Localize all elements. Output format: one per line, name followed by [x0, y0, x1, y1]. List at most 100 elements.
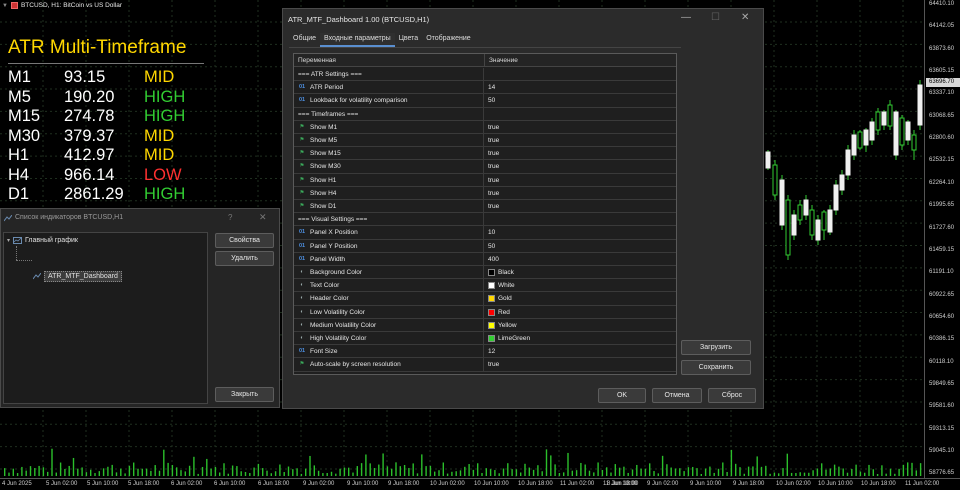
properties-button[interactable]: Свойства — [215, 233, 274, 248]
parameter-value-cell[interactable]: 12 — [485, 345, 495, 358]
tab-3[interactable]: Отображение — [422, 33, 475, 47]
volume-bar — [59, 462, 62, 476]
tab-1[interactable]: Входные параметры — [320, 33, 395, 47]
parameter-value-cell[interactable]: 400 — [485, 253, 499, 266]
parameter-row[interactable]: 01 Panel Width 400 — [294, 252, 676, 266]
parameter-value-cell[interactable]: true — [485, 147, 499, 160]
tab-0[interactable]: Общие — [289, 33, 320, 47]
parameter-row[interactable]: ◐ Background Color Black — [294, 266, 676, 280]
dialog-titlebar[interactable]: ATR_MTF_Dashboard 1.00 (BTCUSD,H1) — ☐ ✕ — [283, 9, 763, 29]
minimize-icon[interactable]: — — [681, 12, 691, 23]
parameter-value-cell[interactable]: 50 — [485, 94, 495, 107]
cancel-button[interactable]: Отмена — [652, 388, 702, 403]
parameter-value-cell[interactable]: LimeGreen — [485, 332, 530, 345]
indicator-tree[interactable]: ▾ Главный график ATR_MTF_Dashboard — [3, 232, 208, 404]
parameter-value-cell[interactable] — [485, 213, 488, 226]
parameter-value-cell[interactable]: true — [485, 134, 499, 147]
parameter-row[interactable]: ⚑ Show M5 true — [294, 134, 676, 148]
parameter-row[interactable]: ⚑ Show H4 true — [294, 186, 676, 200]
volume-bar — [606, 467, 608, 476]
maximize-icon[interactable]: ☐ — [711, 12, 720, 23]
column-header-value[interactable]: Значение — [485, 54, 676, 67]
parameter-value-cell[interactable]: 14 — [485, 81, 495, 94]
tree-item-atr-dashboard[interactable]: ATR_MTF_Dashboard — [33, 271, 122, 282]
tree-item-main-chart[interactable]: ▾ Главный график — [7, 237, 78, 244]
volume-bar — [236, 466, 238, 476]
indicator-window-titlebar[interactable]: Список индикаторов BTCUSD,H1 ? ✕ — [1, 209, 279, 229]
volume-bar — [524, 463, 526, 476]
collapse-chevron-icon[interactable]: ▾ — [7, 237, 10, 244]
close-button[interactable]: Закрыть — [215, 387, 274, 402]
parameter-row[interactable]: === Visual Settings === — [294, 213, 676, 227]
time-axis[interactable]: 4 Jun 2025 5 Jun 02:00 5 Jun 10:00 5 Jun 18… — [0, 478, 960, 490]
volume-bar — [563, 472, 565, 476]
parameter-row[interactable]: ◐ Header Color Gold — [294, 292, 676, 306]
volume-bar — [163, 449, 165, 476]
parameter-value-cell[interactable]: 50 — [485, 240, 495, 253]
reset-button[interactable]: Сброс — [708, 388, 756, 403]
close-icon[interactable]: ✕ — [259, 212, 267, 223]
column-header-variable[interactable]: Переменная — [294, 54, 485, 67]
candle-body — [827, 209, 833, 233]
tab-2[interactable]: Цвета — [395, 33, 423, 47]
parameter-row[interactable]: 01 Lookback for volatility comparison 50 — [294, 94, 676, 108]
parameter-value-cell[interactable]: true — [485, 174, 499, 187]
parameter-value-cell[interactable]: Gold — [485, 292, 512, 305]
parameter-name: Lookback for volatility comparison — [310, 97, 408, 105]
parameter-row[interactable]: === Timeframes === — [294, 107, 676, 121]
parameter-row[interactable]: ◐ Text Color White — [294, 279, 676, 293]
parameter-row[interactable]: ◐ Low Volatility Color Red — [294, 305, 676, 319]
parameter-value-cell[interactable]: true — [485, 121, 499, 134]
boolean-param-icon: ⚑ — [299, 150, 305, 157]
time-tick-label: 6 Jun 18:00 — [258, 481, 290, 487]
load-button[interactable]: Загрузить — [681, 340, 751, 355]
parameter-row[interactable]: ⚑ Show D1 true — [294, 200, 676, 214]
volume-bar — [851, 468, 853, 476]
parameter-row[interactable]: ◐ Medium Volatility Color Yellow — [294, 318, 676, 332]
volume-bar — [889, 468, 892, 476]
volume-bar — [107, 466, 109, 476]
volume-bar — [868, 464, 870, 476]
parameter-value-cell[interactable] — [485, 68, 488, 81]
parameter-name-cell: ⚑ Show M30 — [294, 160, 484, 174]
atr-rows: M1 93.15 MID M5 190.20 HIGH M15 274.78 HIGH M30 37… — [8, 68, 204, 205]
parameter-row[interactable]: ◐ High Volatility Color LimeGreen — [294, 332, 676, 346]
parameter-row[interactable]: ⚑ Show M15 true — [294, 147, 676, 161]
parameter-row[interactable]: ⚑ Auto-scale by screen resolution true — [294, 358, 676, 372]
parameter-row[interactable]: ⚑ Show M1 true — [294, 120, 676, 134]
volume-bar — [81, 467, 83, 476]
parameter-row[interactable]: 01 Font Size 12 — [294, 345, 676, 359]
parameter-name-cell: ◐ Text Color — [294, 279, 484, 293]
parameter-row[interactable]: === ATR Settings === — [294, 68, 676, 82]
parameter-value-cell[interactable]: true — [485, 200, 499, 213]
price-axis[interactable]: 64410.10 64142.05 63873.60 63605.15 63337.10… — [924, 0, 960, 478]
parameter-value-cell[interactable]: Red — [485, 306, 510, 319]
parameters-table[interactable]: Переменная Значение === ATR Settings ===… — [293, 53, 677, 375]
parameter-value-cell[interactable]: Yellow — [485, 319, 517, 332]
parameter-value-cell[interactable] — [485, 108, 488, 121]
parameter-row[interactable]: ⚑ Show M30 true — [294, 160, 676, 174]
help-icon[interactable]: ? — [228, 213, 232, 222]
parameter-value-cell[interactable]: true — [485, 160, 499, 173]
color-param-icon: ◐ — [300, 269, 304, 275]
parameter-row[interactable]: 01 Panel Y Position 50 — [294, 239, 676, 253]
ok-button[interactable]: OK — [598, 388, 646, 403]
parameter-value: 14 — [488, 84, 496, 92]
save-button[interactable]: Сохранить — [681, 360, 751, 375]
parameter-row[interactable]: 01 ATR Period 14 — [294, 81, 676, 95]
parameter-value-cell[interactable]: 10 — [485, 226, 495, 239]
parameter-row[interactable]: ⚑ Show H1 true — [294, 173, 676, 187]
close-icon[interactable]: ✕ — [741, 12, 749, 23]
parameter-value-cell[interactable]: true — [485, 187, 499, 200]
candle-body — [833, 184, 839, 211]
parameter-value-cell[interactable]: true — [485, 358, 499, 371]
parameter-row[interactable]: 01 Panel X Position 10 — [294, 226, 676, 240]
volume-bar — [752, 466, 754, 476]
dropdown-arrow-icon[interactable]: ▼ — [2, 3, 8, 9]
delete-button[interactable]: Удалить — [215, 251, 274, 266]
candle-body — [851, 134, 857, 156]
color-param-icon: ◐ — [300, 335, 304, 341]
parameter-value: Gold — [498, 295, 512, 303]
parameter-value-cell[interactable]: Black — [485, 266, 514, 279]
parameter-value-cell[interactable]: White — [485, 279, 515, 292]
